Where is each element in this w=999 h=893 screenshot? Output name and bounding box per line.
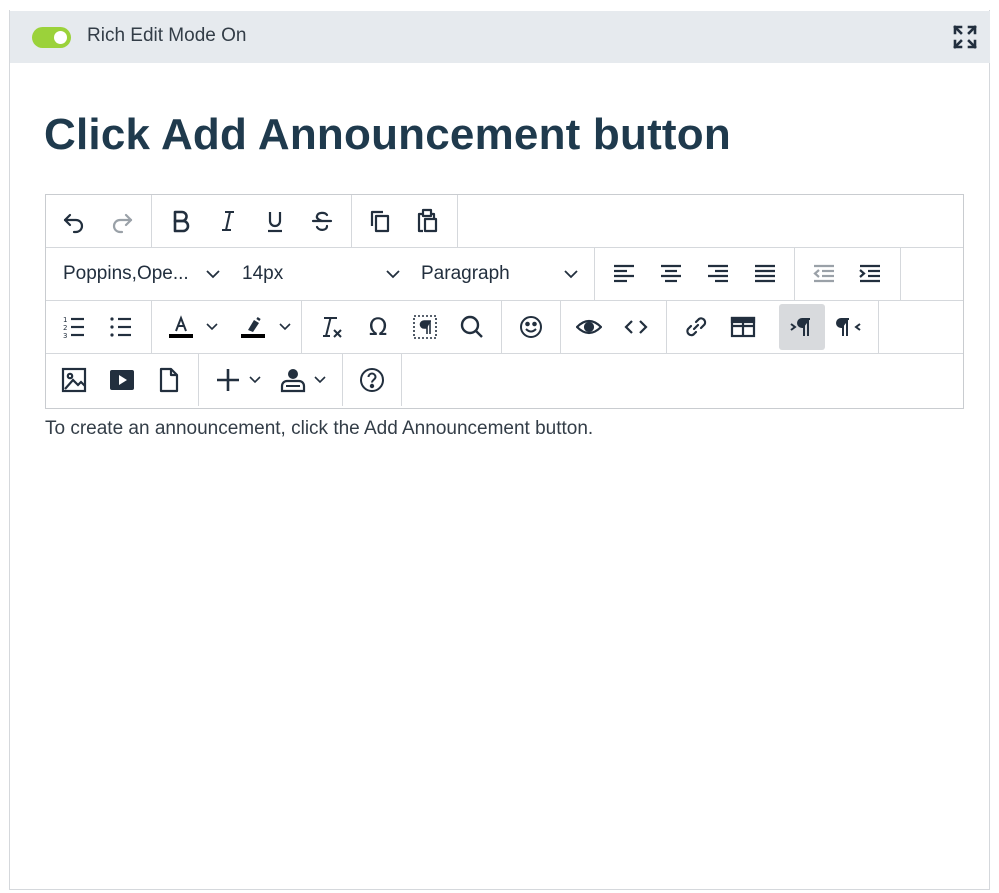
align-center-icon[interactable] — [652, 256, 690, 292]
alignment-group — [595, 248, 795, 300]
help-group — [343, 354, 402, 406]
undo-icon[interactable] — [55, 203, 93, 239]
align-justify-icon[interactable] — [746, 256, 784, 292]
history-group — [46, 195, 152, 247]
color-group — [152, 301, 302, 353]
toolbar-row-4 — [46, 354, 963, 407]
font-selects-group: Poppins,Ope... 14px Paragraph — [46, 248, 595, 300]
copy-icon[interactable] — [361, 203, 399, 239]
chevron-down-icon — [386, 270, 400, 279]
preview-eye-icon[interactable] — [570, 309, 608, 345]
emoji-icon[interactable] — [512, 309, 550, 345]
editor-body-text[interactable]: To create an announcement, click the Add… — [45, 418, 593, 440]
page-title: Click Add Announcement button — [44, 110, 731, 159]
help-icon[interactable] — [353, 362, 391, 398]
highlight-color-icon[interactable] — [232, 309, 274, 345]
italic-icon[interactable] — [209, 203, 247, 239]
link-icon[interactable] — [677, 309, 715, 345]
rich-edit-toggle[interactable] — [32, 27, 71, 48]
ltr-direction-icon[interactable] — [779, 304, 825, 350]
text-color-icon[interactable] — [160, 309, 202, 345]
toolbar-row-3: 123 Ω — [46, 301, 963, 354]
emoji-group — [502, 301, 561, 353]
chevron-down-icon[interactable] — [313, 375, 327, 385]
insert-group — [667, 301, 879, 353]
search-icon[interactable] — [453, 309, 491, 345]
underline-icon[interactable] — [256, 203, 294, 239]
source-code-icon[interactable] — [617, 309, 655, 345]
formatting-group — [152, 195, 352, 247]
font-family-select[interactable]: Poppins,Ope... — [63, 256, 228, 292]
chevron-down-icon — [206, 270, 220, 279]
chevron-down-icon[interactable] — [248, 375, 262, 385]
list-group: 123 — [46, 301, 152, 353]
toolbar-row-2: Poppins,Ope... 14px Paragraph — [46, 248, 963, 301]
rich-edit-label: Rich Edit Mode On — [87, 25, 247, 46]
indent-group — [795, 248, 901, 300]
svg-text:1: 1 — [63, 316, 67, 324]
svg-text:3: 3 — [63, 332, 67, 340]
toggle-knob — [54, 31, 67, 44]
paste-icon[interactable] — [408, 203, 446, 239]
special-character-icon[interactable]: Ω — [359, 309, 397, 345]
chevron-down-icon[interactable] — [205, 322, 219, 332]
view-group — [561, 301, 667, 353]
video-icon[interactable] — [103, 362, 141, 398]
font-size-select[interactable]: 14px — [242, 256, 407, 292]
align-right-icon[interactable] — [699, 256, 737, 292]
add-group — [199, 354, 343, 406]
fullscreen-icon[interactable] — [952, 24, 978, 50]
font-size-value: 14px — [242, 263, 284, 284]
align-left-icon[interactable] — [605, 256, 643, 292]
add-plus-icon[interactable] — [209, 362, 247, 398]
bold-icon[interactable] — [162, 203, 200, 239]
chevron-down-icon — [564, 270, 578, 279]
bullet-list-icon[interactable] — [102, 309, 140, 345]
image-icon[interactable] — [55, 362, 93, 398]
svg-text:2: 2 — [63, 324, 67, 332]
strikethrough-icon[interactable] — [303, 203, 341, 239]
clipboard-group — [352, 195, 458, 247]
chevron-down-icon[interactable] — [278, 322, 292, 332]
redo-icon[interactable] — [103, 203, 141, 239]
block-format-select[interactable]: Paragraph — [421, 256, 586, 292]
editor-toolbar: Poppins,Ope... 14px Paragraph 1 2 3 Ω — [45, 194, 964, 409]
visual-blocks-icon[interactable] — [406, 309, 444, 345]
document-icon[interactable] — [150, 362, 188, 398]
toolbar-row-1 — [46, 195, 963, 248]
rtl-direction-icon[interactable] — [830, 309, 868, 345]
font-family-value: Poppins,Ope... — [63, 263, 189, 284]
user-mention-icon[interactable] — [274, 362, 312, 398]
outdent-icon[interactable] — [805, 256, 843, 292]
misc-group: Ω — [302, 301, 502, 353]
numbered-list-icon[interactable]: 123 — [55, 309, 93, 345]
table-icon[interactable] — [724, 309, 762, 345]
clear-formatting-icon[interactable] — [312, 309, 350, 345]
block-format-value: Paragraph — [421, 263, 510, 284]
media-group — [46, 354, 199, 406]
indent-icon[interactable] — [851, 256, 889, 292]
